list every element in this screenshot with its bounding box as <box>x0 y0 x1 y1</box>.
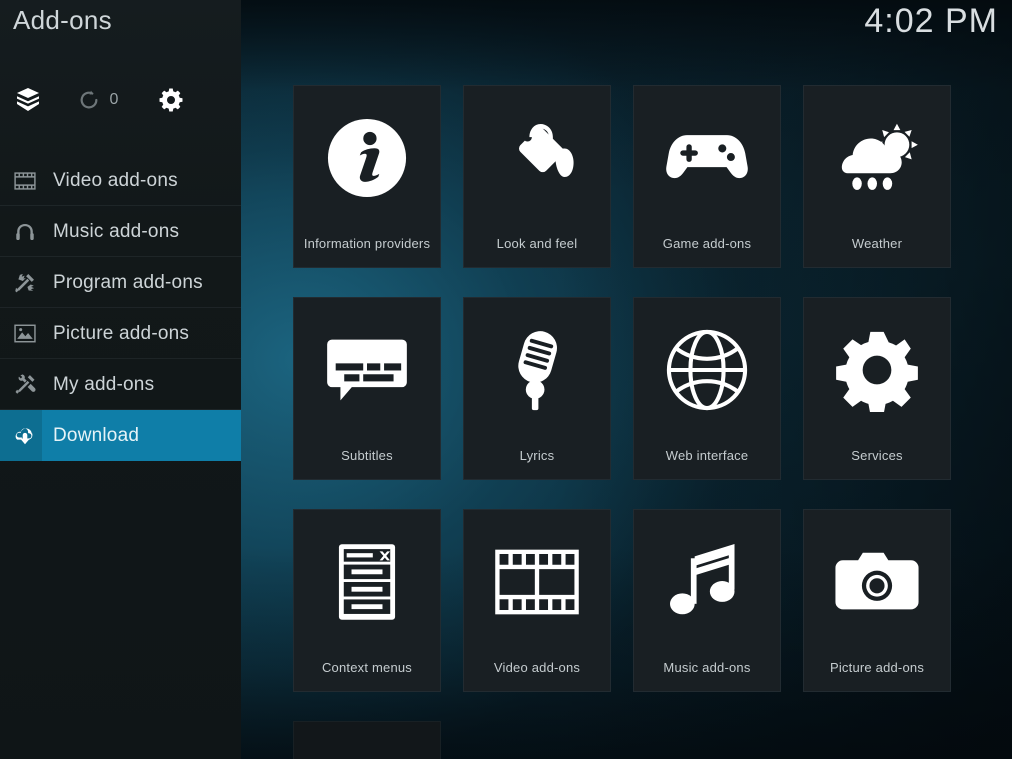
cloud-download-icon <box>4 425 46 447</box>
grid-row: Context menus Video add-ons Music add-on… <box>293 509 1012 692</box>
install-from-repository-button[interactable] <box>0 86 56 114</box>
tile-label: Music add-ons <box>663 660 751 675</box>
sidebar-item-program-addons[interactable]: Program add-ons <box>0 257 241 308</box>
globe-icon <box>634 298 780 448</box>
sidebar: Add-ons 0 Video add-ons Music add-ons Pr… <box>0 0 241 759</box>
kodi-addons-screen: 4:02 PM Add-ons 0 Video add-ons Music ad… <box>0 0 1012 759</box>
check-for-updates-button[interactable]: 0 <box>56 89 140 111</box>
install-from-repository-icon <box>14 86 42 114</box>
sidebar-item-download[interactable]: Download <box>0 410 241 461</box>
tile-label: Weather <box>851 236 903 251</box>
settings-gear-icon <box>158 87 184 113</box>
tile-information-providers[interactable]: Information providers <box>293 85 441 268</box>
grid-row-partial <box>293 721 1012 759</box>
program-tools-icon <box>4 272 46 294</box>
sidebar-item-picture-addons[interactable]: Picture add-ons <box>0 308 241 359</box>
film-strip-icon <box>4 171 46 190</box>
film-strip-icon <box>464 510 610 660</box>
sidebar-item-my-addons[interactable]: My add-ons <box>0 359 241 410</box>
tile-context-menus[interactable]: Context menus <box>293 509 441 692</box>
gear-icon <box>804 298 950 448</box>
tile-picture-addons[interactable]: Picture add-ons <box>803 509 951 692</box>
weather-cloud-sun-rain-icon <box>804 86 950 236</box>
page-title: Add-ons <box>13 5 112 35</box>
tile-label: Lyrics <box>519 448 555 463</box>
addon-category-grid: Information providers Look and feel Game… <box>293 85 1012 759</box>
tile-label: Picture add-ons <box>829 660 925 675</box>
sidebar-item-music-addons[interactable]: Music add-ons <box>0 206 241 257</box>
tile-subtitles[interactable]: Subtitles <box>293 297 441 480</box>
settings-button[interactable] <box>140 87 202 113</box>
info-circle-icon <box>294 86 440 236</box>
my-addons-icon <box>4 373 46 396</box>
tile-label: Video add-ons <box>493 660 581 675</box>
grid-row: Subtitles Lyrics Web interface Services <box>293 297 1012 480</box>
tile-label: Subtitles <box>341 448 393 463</box>
tile-label: Game add-ons <box>662 236 752 251</box>
tile-lyrics[interactable]: Lyrics <box>463 297 611 480</box>
sidebar-item-label: Video add-ons <box>53 169 178 191</box>
sidebar-item-label: Download <box>53 424 140 446</box>
context-menu-list-icon <box>294 510 440 660</box>
clock: 4:02 PM <box>864 2 998 40</box>
speech-bubble-subtitle-icon <box>294 298 440 448</box>
gamepad-icon <box>634 86 780 236</box>
tile-game-addons[interactable]: Game add-ons <box>633 85 781 268</box>
tile-partial-next-row[interactable] <box>293 721 441 759</box>
picture-frame-icon <box>4 324 46 343</box>
tile-label: Look and feel <box>496 236 578 251</box>
tile-label: Services <box>851 448 903 463</box>
refresh-icon <box>78 89 100 111</box>
sidebar-item-label: My add-ons <box>53 373 155 395</box>
sidebar-item-video-addons[interactable]: Video add-ons <box>0 155 241 206</box>
tile-music-addons[interactable]: Music add-ons <box>633 509 781 692</box>
camera-icon <box>804 510 950 660</box>
paint-tag-icon <box>464 86 610 236</box>
tile-look-and-feel[interactable]: Look and feel <box>463 85 611 268</box>
tile-web-interface[interactable]: Web interface <box>633 297 781 480</box>
updates-count-badge: 0 <box>109 91 119 108</box>
sidebar-item-label: Picture add-ons <box>53 322 190 344</box>
tile-label: Context menus <box>321 660 413 675</box>
headphones-icon <box>4 222 46 242</box>
tile-label: Web interface <box>665 448 749 463</box>
microphone-icon <box>464 298 610 448</box>
sidebar-item-label: Program add-ons <box>53 271 203 293</box>
grid-row: Information providers Look and feel Game… <box>293 85 1012 268</box>
music-note-icon <box>634 510 780 660</box>
tile-weather[interactable]: Weather <box>803 85 951 268</box>
sidebar-item-label: Music add-ons <box>53 220 180 242</box>
sidebar-nav: Video add-ons Music add-ons Program add-… <box>0 155 241 461</box>
tile-label: Information providers <box>303 236 431 251</box>
sidebar-action-bar: 0 <box>0 78 241 122</box>
tile-video-addons[interactable]: Video add-ons <box>463 509 611 692</box>
tile-services[interactable]: Services <box>803 297 951 480</box>
